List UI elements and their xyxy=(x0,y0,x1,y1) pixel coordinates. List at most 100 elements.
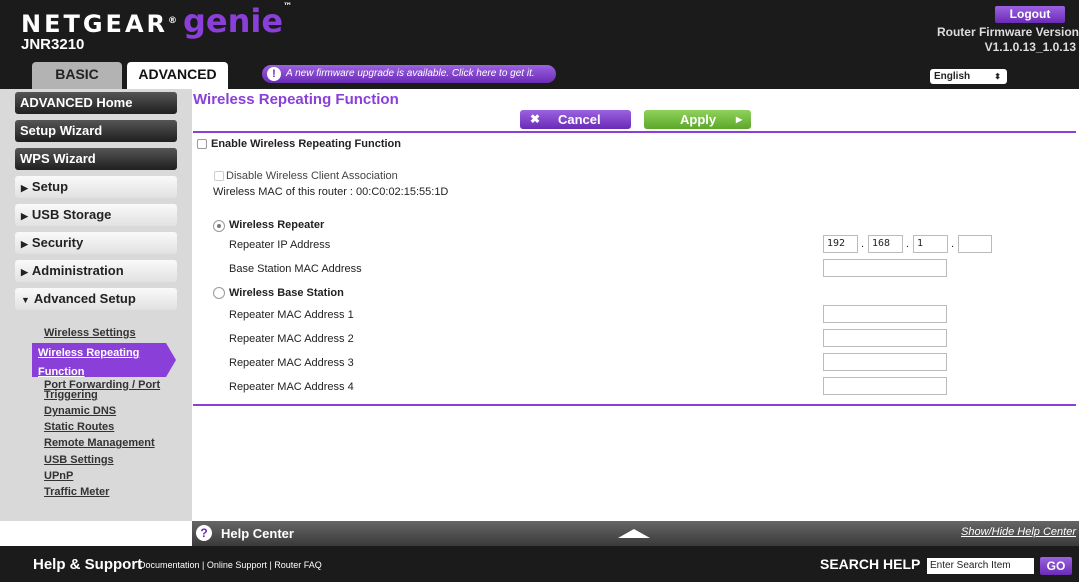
repeater-mac-3-label: Repeater MAC Address 3 xyxy=(229,357,354,369)
firmware-upgrade-text: A new firmware upgrade is available. Cli… xyxy=(286,68,535,79)
close-icon: ✖ xyxy=(530,112,541,126)
disable-client-association-label: Disable Wireless Client Association xyxy=(226,170,398,182)
help-center-title: Help Center xyxy=(221,526,294,541)
wireless-repeater-label: Wireless Repeater xyxy=(229,219,325,231)
language-value: English xyxy=(934,71,971,82)
sidebar-link-wireless-settings[interactable]: Wireless Settings xyxy=(44,328,136,339)
repeater-mac-4-label: Repeater MAC Address 4 xyxy=(229,381,354,393)
base-station-mac-label: Base Station MAC Address xyxy=(229,263,362,275)
repeater-mac-4-input[interactable] xyxy=(823,377,947,395)
sidebar-link-static-routes[interactable]: Static Routes xyxy=(44,422,114,433)
registered-mark: ® xyxy=(168,16,177,26)
router-faq-link[interactable]: Router FAQ xyxy=(274,560,322,570)
help-support-title: Help & Support xyxy=(33,556,143,573)
logout-button[interactable]: Logout xyxy=(995,6,1065,23)
divider-top xyxy=(193,131,1076,133)
triangle-down-icon: ▼ xyxy=(21,295,30,305)
apply-button-label: Apply xyxy=(680,112,717,127)
arrow-right-icon: ▶ xyxy=(736,115,743,124)
repeater-ip-octet-2[interactable]: 168 xyxy=(868,235,903,253)
repeater-mac-1-label: Repeater MAC Address 1 xyxy=(229,309,354,321)
triangle-right-icon: ▶ xyxy=(21,239,28,249)
sidebar-item-administration[interactable]: ▶ Administration xyxy=(15,260,177,282)
sidebar-item-setup-wizard[interactable]: Setup Wizard xyxy=(15,120,177,142)
radio-selected-dot xyxy=(217,224,221,228)
sidebar-link-line: Triggering xyxy=(44,389,98,401)
alert-icon: ! xyxy=(267,67,281,81)
online-support-link[interactable]: Online Support xyxy=(207,560,267,570)
enable-repeating-checkbox[interactable] xyxy=(197,139,207,149)
firmware-version-value: V1.1.0.13_1.0.13 xyxy=(984,40,1076,54)
sidebar-item-advanced-setup[interactable]: ▼ Advanced Setup xyxy=(15,288,177,310)
sidebar-link-dynamic-dns[interactable]: Dynamic DNS xyxy=(44,406,116,417)
sidebar-item-wps-wizard[interactable]: WPS Wizard xyxy=(15,148,177,170)
apply-button[interactable]: Apply ▶ xyxy=(644,110,751,129)
sidebar-item-usb-storage[interactable]: ▶ USB Storage xyxy=(15,204,177,226)
help-center-bar: ? Help Center Show/Hide Help Center xyxy=(192,521,1079,546)
select-arrows-icon: ⬍ xyxy=(994,72,1001,81)
repeater-ip-label: Repeater IP Address xyxy=(229,239,331,251)
repeater-ip-octet-4[interactable] xyxy=(958,235,992,253)
expand-up-icon[interactable] xyxy=(618,529,650,538)
wireless-base-station-label: Wireless Base Station xyxy=(229,287,344,299)
search-help-label: SEARCH HELP xyxy=(820,556,921,572)
ip-dot-separator: . xyxy=(951,238,955,250)
repeater-ip-octet-1[interactable]: 192 xyxy=(823,235,858,253)
trademark-mark: ™ xyxy=(283,2,293,12)
repeater-mac-2-input[interactable] xyxy=(823,329,947,347)
brand-name: NETGEAR xyxy=(21,10,168,38)
router-model: JNR3210 xyxy=(21,36,85,53)
ip-dot-separator: . xyxy=(906,238,910,250)
sidebar-link-upnp[interactable]: UPnP xyxy=(44,471,73,482)
language-select[interactable]: English ⬍ xyxy=(930,69,1007,84)
sidebar-item-label: Setup xyxy=(31,179,69,194)
router-mac-info: Wireless MAC of this router : 00:C0:02:1… xyxy=(213,186,449,198)
sidebar-active-pointer xyxy=(166,343,176,377)
wireless-repeater-radio[interactable] xyxy=(213,220,225,232)
footer: Help & Support Documentation | Online Su… xyxy=(0,546,1079,582)
disable-client-association-checkbox[interactable] xyxy=(214,171,224,181)
base-station-mac-input[interactable] xyxy=(823,259,947,277)
repeater-mac-2-label: Repeater MAC Address 2 xyxy=(229,333,354,345)
sidebar-link-usb-settings[interactable]: USB Settings xyxy=(44,455,114,466)
triangle-right-icon: ▶ xyxy=(21,267,28,277)
netgear-genie-logo: NETGEAR® genie™ xyxy=(21,2,292,40)
firmware-version-label: Router Firmware Version xyxy=(936,25,1079,39)
repeater-ip-octet-3[interactable]: 1 xyxy=(913,235,948,253)
header: NETGEAR® genie™ JNR3210 Logout Router Fir… xyxy=(0,0,1079,89)
repeater-mac-1-input[interactable] xyxy=(823,305,947,323)
documentation-link[interactable]: Documentation xyxy=(139,560,200,570)
page-title: Wireless Repeating Function xyxy=(193,91,399,108)
help-question-icon: ? xyxy=(196,525,212,541)
sidebar-item-label: Advanced Setup xyxy=(33,291,136,306)
triangle-right-icon: ▶ xyxy=(21,211,28,221)
go-button[interactable]: GO xyxy=(1040,557,1072,575)
enable-repeating-label: Enable Wireless Repeating Function xyxy=(211,138,401,150)
product-name: genie xyxy=(183,2,284,40)
sidebar-link-traffic-meter[interactable]: Traffic Meter xyxy=(44,487,109,498)
sidebar-item-label: Administration xyxy=(31,263,124,278)
firmware-upgrade-notice[interactable]: ! A new firmware upgrade is available. C… xyxy=(262,65,556,83)
cancel-button[interactable]: ✖ Cancel xyxy=(520,110,631,129)
ip-dot-separator: . xyxy=(861,238,865,250)
tab-basic[interactable]: BASIC xyxy=(32,62,122,89)
sidebar-link-line: Function xyxy=(38,366,85,378)
footer-links: Documentation | Online Support | Router … xyxy=(139,560,322,570)
sidebar-link-wireless-repeating-function[interactable]: Wireless Repeating Function xyxy=(38,347,158,379)
repeater-mac-3-input[interactable] xyxy=(823,353,947,371)
sidebar-link-port-forwarding[interactable]: Port Forwarding / Port Triggering xyxy=(44,380,160,401)
divider-bottom xyxy=(193,404,1076,406)
show-hide-help-center-link[interactable]: Show/Hide Help Center xyxy=(961,526,1076,538)
wireless-base-station-radio[interactable] xyxy=(213,287,225,299)
sidebar-item-label: USB Storage xyxy=(31,207,112,222)
cancel-button-label: Cancel xyxy=(558,112,601,127)
sidebar-item-security[interactable]: ▶ Security xyxy=(15,232,177,254)
search-help-input[interactable]: Enter Search Item xyxy=(927,558,1034,574)
tab-advanced[interactable]: ADVANCED xyxy=(127,62,228,89)
sidebar-link-line: Wireless Repeating xyxy=(38,347,140,359)
sidebar-item-label: Security xyxy=(31,235,84,250)
triangle-right-icon: ▶ xyxy=(21,183,28,193)
sidebar-item-setup[interactable]: ▶ Setup xyxy=(15,176,177,198)
sidebar-item-advanced-home[interactable]: ADVANCED Home xyxy=(15,92,177,114)
sidebar-link-remote-management[interactable]: Remote Management xyxy=(44,438,155,449)
